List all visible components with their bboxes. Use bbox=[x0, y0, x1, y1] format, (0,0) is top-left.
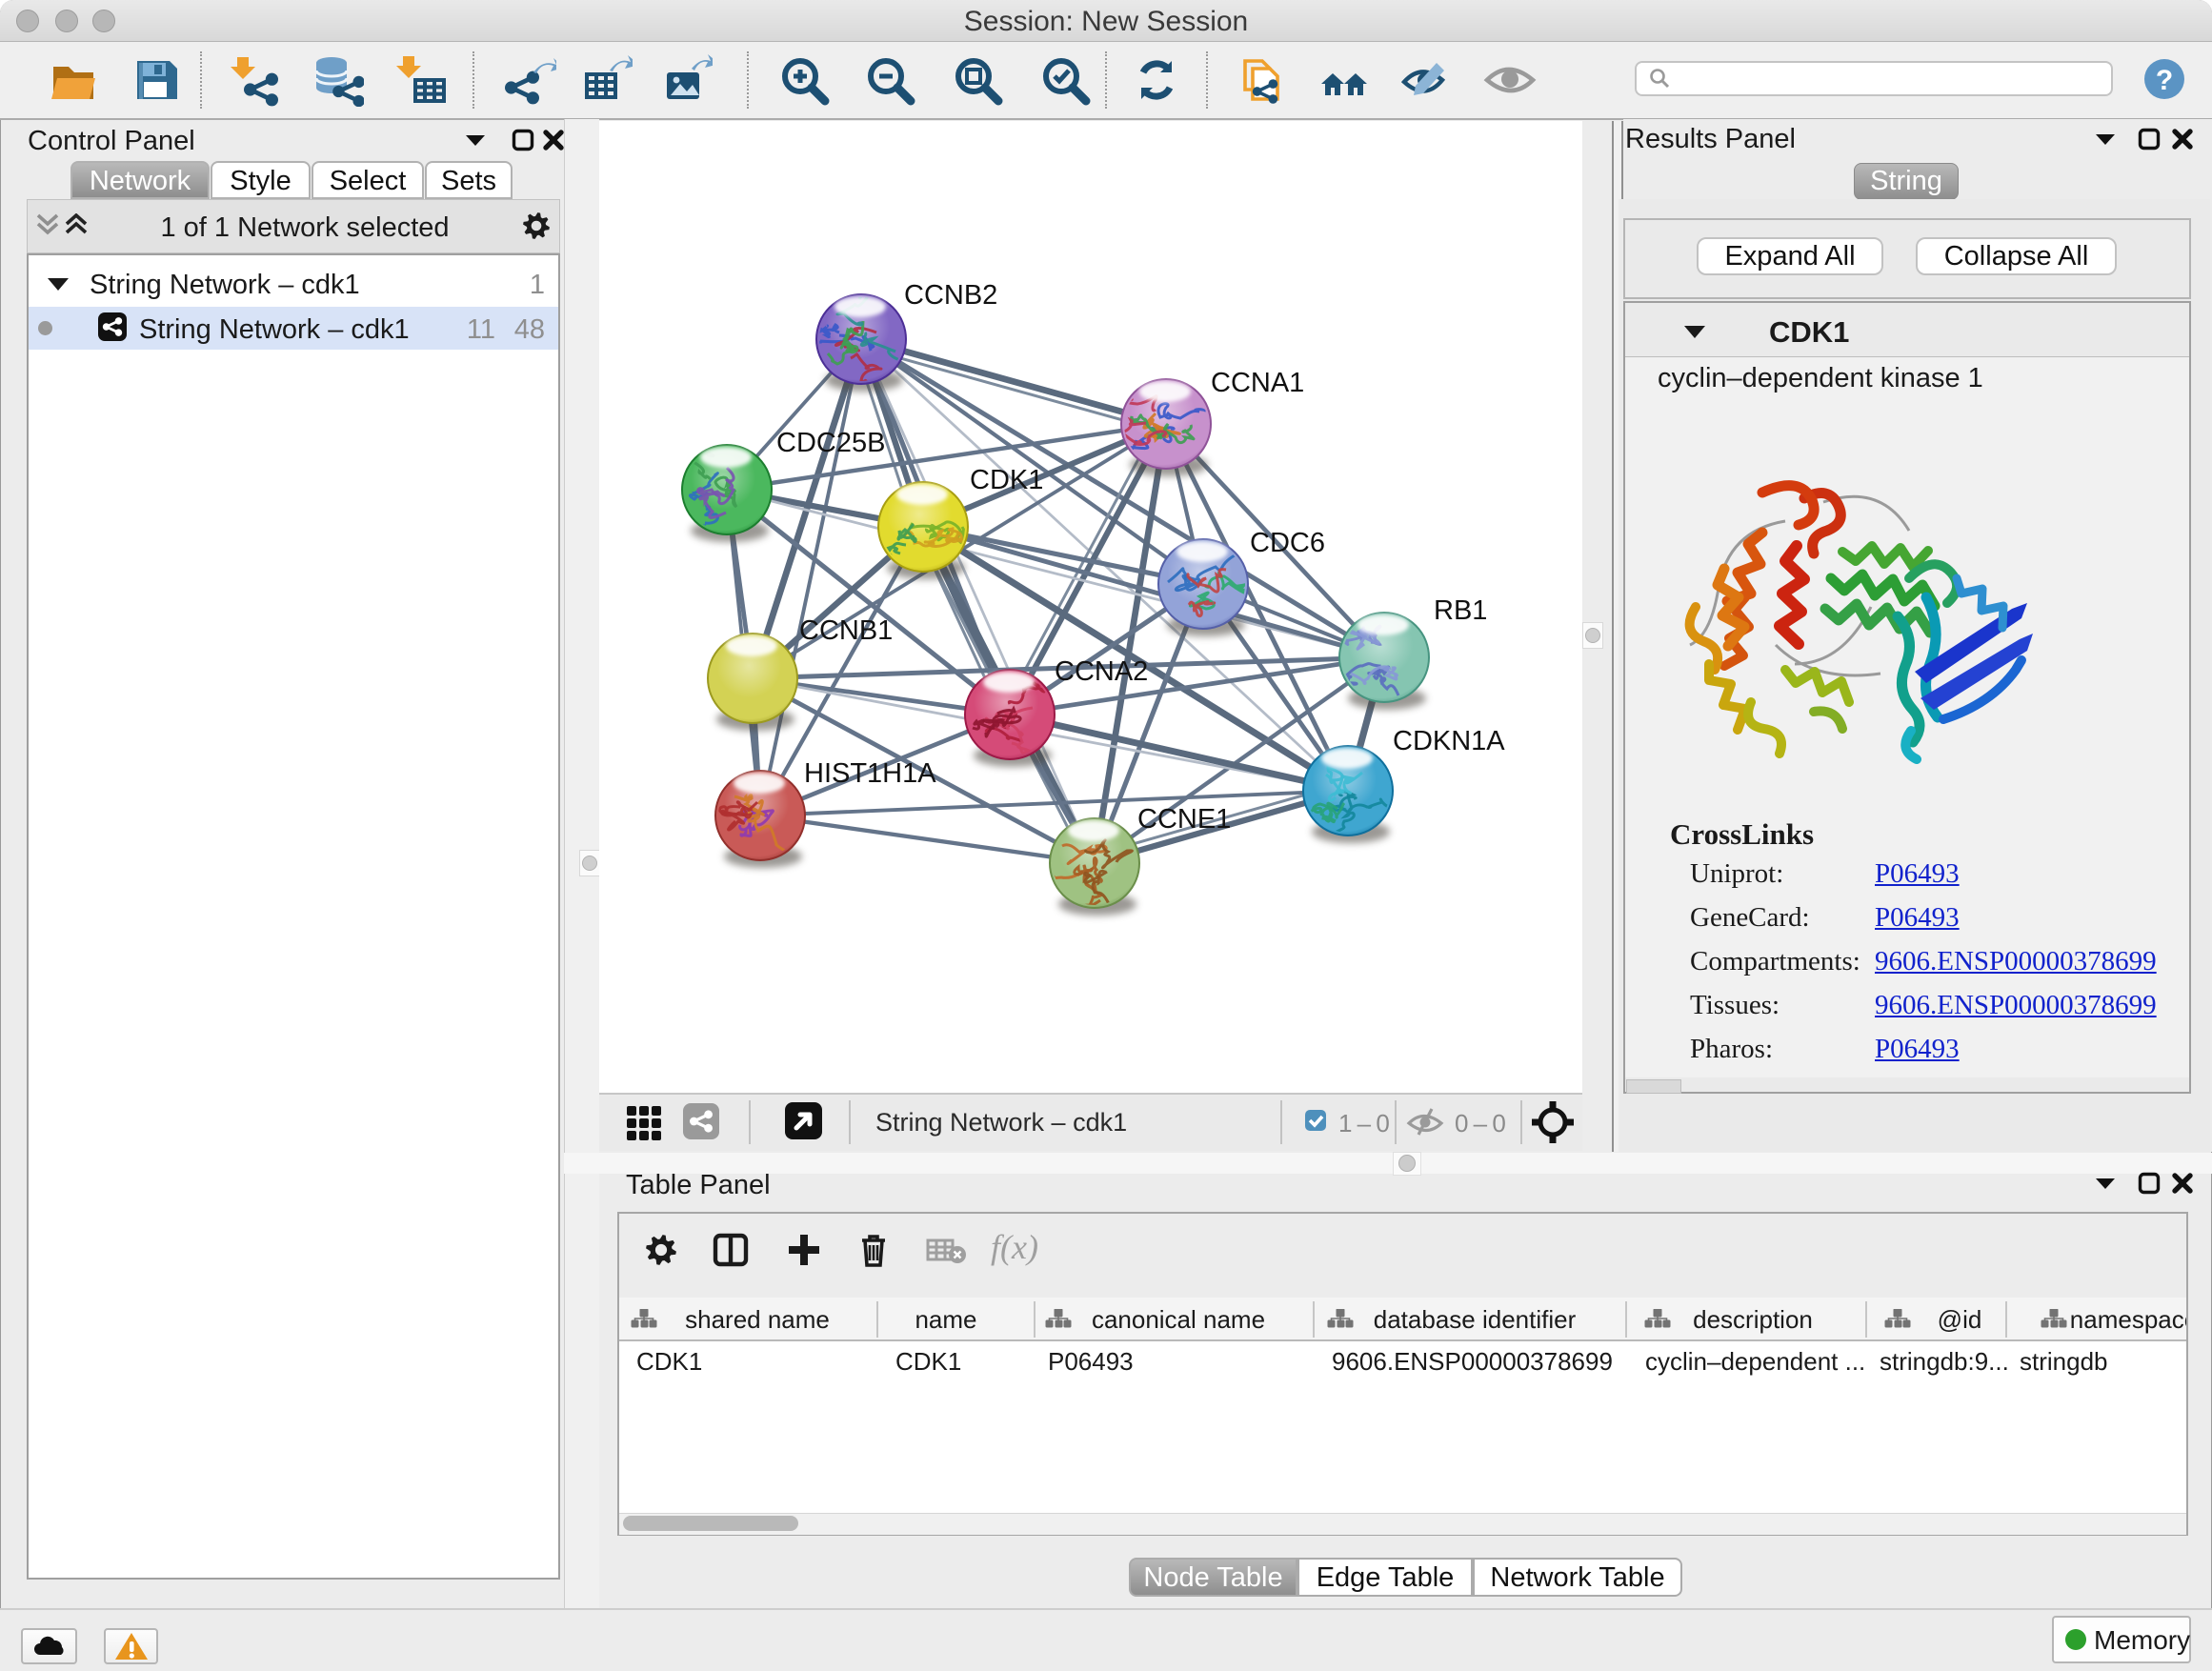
svg-text:CCNE1: CCNE1 bbox=[1137, 804, 1231, 835]
svg-text:CDC6: CDC6 bbox=[1250, 528, 1325, 558]
svg-text:CCNA1: CCNA1 bbox=[1211, 368, 1304, 398]
svg-text:CDC25B: CDC25B bbox=[776, 428, 885, 458]
svg-text:HIST1H1A: HIST1H1A bbox=[804, 758, 936, 789]
svg-text:CDKN1A: CDKN1A bbox=[1393, 726, 1505, 756]
svg-text:CDK1: CDK1 bbox=[970, 465, 1043, 495]
svg-text:CCNB1: CCNB1 bbox=[799, 615, 893, 646]
svg-text:RB1: RB1 bbox=[1434, 595, 1487, 626]
svg-text:CCNB2: CCNB2 bbox=[904, 280, 997, 311]
svg-text:CCNA2: CCNA2 bbox=[1055, 656, 1148, 687]
